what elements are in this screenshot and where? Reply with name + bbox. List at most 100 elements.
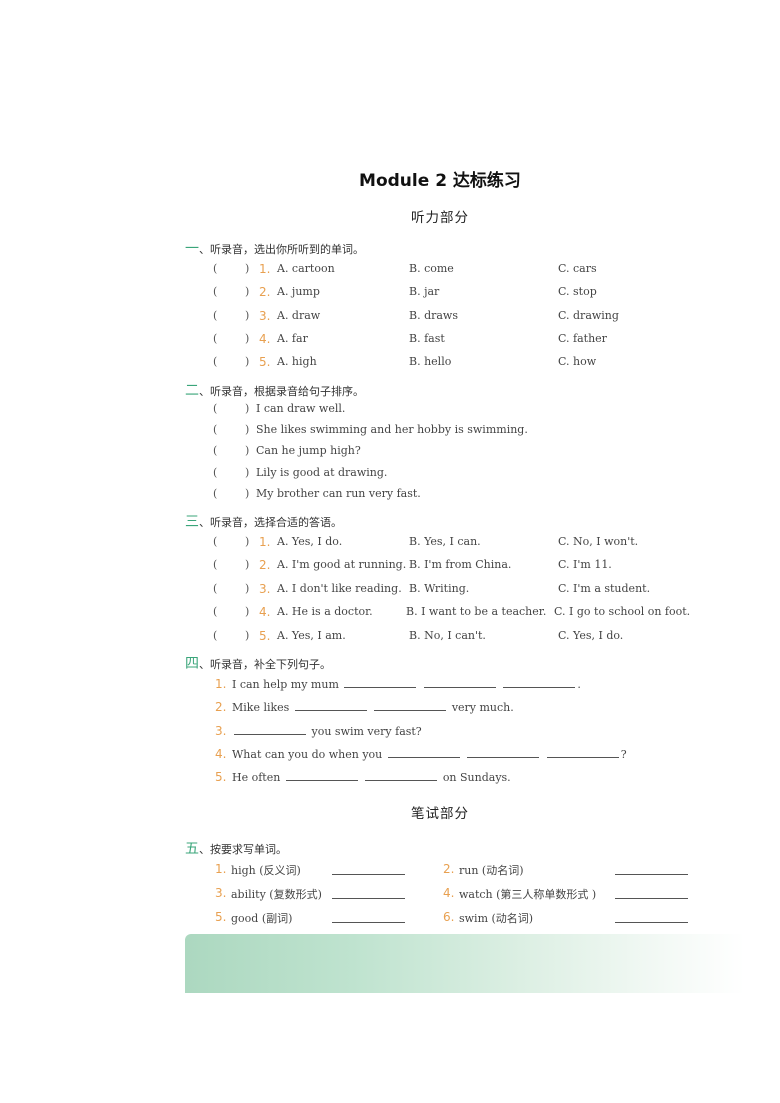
answer-paren-left: ( xyxy=(213,581,218,595)
question-row: () 5. A. Yes, I am. B. No, I can't. C. Yes, … xyxy=(0,629,780,645)
answer-slot[interactable] xyxy=(222,487,244,501)
question-row: () 2. A. I'm good at running. B. I'm from C… xyxy=(0,558,780,574)
answer-slot[interactable] xyxy=(222,582,244,596)
sentence-after: ? xyxy=(620,747,627,761)
option-a: A. He is a doctor. xyxy=(277,605,373,619)
answer-blank[interactable] xyxy=(285,770,358,782)
answer-slot[interactable] xyxy=(222,262,244,276)
answer-paren-left: ( xyxy=(213,402,218,415)
option-b: B. fast xyxy=(409,331,445,345)
fill-in-row: 4. What can you do when you ? xyxy=(0,747,780,763)
sentence-before: I can help my mum xyxy=(232,678,339,691)
question-number: 1. xyxy=(259,535,271,549)
answer-slot[interactable] xyxy=(222,535,244,549)
answer-slot[interactable] xyxy=(222,402,244,416)
sentence-line: I can help my mum . xyxy=(232,677,581,691)
answer-blank[interactable] xyxy=(503,677,576,688)
answer-slot[interactable] xyxy=(222,629,244,643)
section-1-heading: 一、听录音，选出你所听到的单词。 xyxy=(185,238,364,258)
question-number: 3. xyxy=(259,581,271,596)
answer-blank[interactable] xyxy=(344,677,417,688)
option-c: C. how xyxy=(558,355,597,369)
answer-paren-left: ( xyxy=(213,423,218,437)
answer-paren-right: ) xyxy=(245,262,250,275)
footer-gradient-band xyxy=(185,934,745,993)
answer-paren-left: ( xyxy=(213,628,218,642)
option-c: C. cars xyxy=(558,262,597,275)
question-row: () 3. A. I don't like reading. B. Writing. C… xyxy=(0,582,780,598)
option-c: C. No, I won't. xyxy=(558,535,639,548)
answer-slot[interactable] xyxy=(222,355,244,369)
answer-paren-right: ) xyxy=(245,331,250,345)
answer-slot[interactable] xyxy=(222,332,244,346)
question-number: 4. xyxy=(443,886,455,900)
option-c: C. I'm 11. xyxy=(558,558,612,572)
section-5-heading: 五、按要求写单词。 xyxy=(185,838,287,858)
answer-slot[interactable] xyxy=(222,309,244,323)
listening-heading: 听力部分 xyxy=(411,210,469,226)
sentence-before: What can you do when you xyxy=(232,747,383,761)
page-title: Module 2 达标练习 xyxy=(359,171,521,191)
section-4-heading: 四、听录音，补全下列句子。 xyxy=(185,653,331,673)
word-task: 2. run (动名词) xyxy=(0,862,780,878)
answer-paren-left: ( xyxy=(213,535,218,548)
question-number: 1. xyxy=(215,677,227,691)
answer-paren-right: ) xyxy=(245,444,250,458)
writing-heading: 笔试部分 xyxy=(411,806,469,822)
answer-slot[interactable] xyxy=(222,558,244,572)
answer-blank[interactable] xyxy=(387,747,460,758)
answer-slot[interactable] xyxy=(222,466,244,480)
answer-slot[interactable] xyxy=(222,423,244,437)
word-task: 4. watch (第三人称单数形式 ) xyxy=(0,886,780,902)
answer-paren-right: ) xyxy=(245,605,250,619)
sentence: Lily is good at drawing. xyxy=(256,465,388,479)
answer-paren-left: ( xyxy=(213,486,218,500)
fill-in-row: 3. you swim very fast? xyxy=(0,724,780,740)
option-a: A. I'm good at running. xyxy=(277,558,407,572)
answer-blank[interactable] xyxy=(374,700,447,712)
answer-blank[interactable] xyxy=(423,677,496,688)
ordering-row: () She likes swimming and her hobby is sw… xyxy=(0,423,780,439)
ordering-row: () I can draw well. xyxy=(0,402,780,418)
sentence-before: Mike likes xyxy=(232,701,290,715)
option-b: B. Yes, I can. xyxy=(409,535,481,548)
answer-slot[interactable] xyxy=(222,285,244,299)
section-number: 三 xyxy=(185,514,199,530)
sentence-line: He often on Sundays. xyxy=(232,770,511,784)
answer-paren-right: ) xyxy=(245,285,250,299)
answer-blank[interactable] xyxy=(294,700,367,712)
option-b: B. come xyxy=(409,262,454,275)
sentence-after: . xyxy=(577,678,581,691)
question-row: () 4. A. He is a doctor. B. I want to be a … xyxy=(0,605,780,621)
question-number: 2. xyxy=(259,285,271,300)
answer-blank[interactable] xyxy=(467,747,540,758)
option-a: A. far xyxy=(277,331,308,345)
option-b: B. Writing. xyxy=(409,581,470,595)
question-number: 2. xyxy=(215,700,227,715)
question-number: 2. xyxy=(443,862,455,876)
section-number: 一 xyxy=(185,241,199,257)
answer-slot[interactable] xyxy=(222,605,244,619)
word-prompt: swim (动名词) xyxy=(459,912,534,925)
option-a: A. draw xyxy=(277,308,321,322)
question-row: () 1. A. Yes, I do. B. Yes, I can. C. No, I … xyxy=(0,535,780,551)
ordering-row: () Lily is good at drawing. xyxy=(0,466,780,482)
question-number: 5. xyxy=(259,355,271,370)
option-c: C. I'm a student. xyxy=(558,581,651,595)
answer-blank[interactable] xyxy=(365,770,438,782)
answer-blank[interactable] xyxy=(615,910,688,923)
answer-paren-right: ) xyxy=(245,402,250,415)
option-b: B. hello xyxy=(409,355,452,369)
answer-blank[interactable] xyxy=(615,886,688,899)
answer-blank[interactable] xyxy=(546,747,619,758)
answer-slot[interactable] xyxy=(222,444,244,458)
question-number: 4. xyxy=(259,605,271,620)
question-number: 5. xyxy=(259,628,271,643)
option-a: A. high xyxy=(277,355,317,369)
answer-blank[interactable] xyxy=(234,724,306,735)
answer-blank[interactable] xyxy=(615,862,688,875)
ordering-row: () My brother can run very fast. xyxy=(0,487,780,503)
sentence: I can draw well. xyxy=(256,402,346,415)
section-instruction: 、听录音，选出你所听到的单词。 xyxy=(199,243,364,256)
question-number: 5. xyxy=(215,770,227,785)
